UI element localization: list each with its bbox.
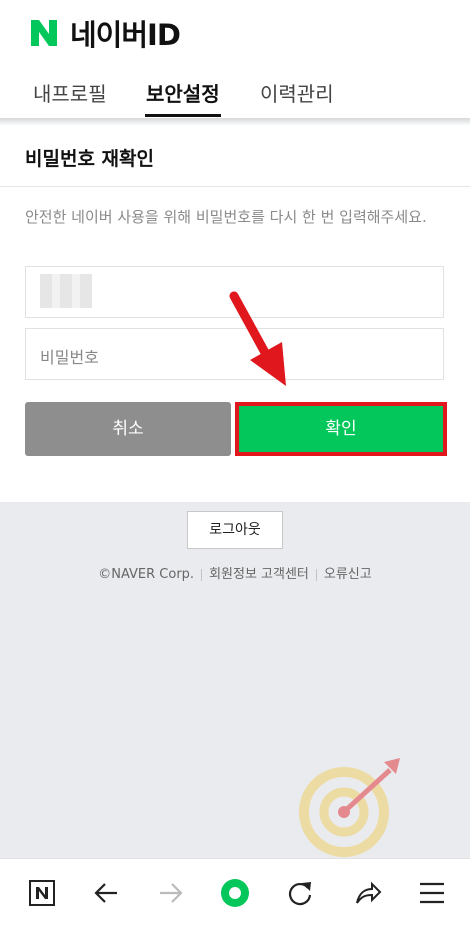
- confirm-button[interactable]: 확인: [235, 402, 447, 456]
- logo-title: 네이버ID: [70, 18, 181, 52]
- forward-arrow-icon[interactable]: [149, 871, 193, 915]
- logout-button[interactable]: 로그아웃: [187, 511, 283, 549]
- separator: [315, 568, 317, 581]
- tab-bar: 내프로필 보안설정 이력관리: [0, 74, 470, 118]
- naver-id-logo[interactable]: 네이버ID: [28, 12, 181, 54]
- footer-link-report-error[interactable]: 오류신고: [324, 567, 372, 582]
- card-title: 비밀번호 재확인: [25, 148, 154, 170]
- back-arrow-icon[interactable]: [84, 871, 128, 915]
- refresh-icon[interactable]: [278, 871, 322, 915]
- cancel-button[interactable]: 취소: [25, 402, 231, 456]
- divider: [0, 186, 470, 187]
- footer-links: ©NAVER Corp. 회원정보 고객센터 오류신고: [0, 563, 470, 582]
- tab-my-profile[interactable]: 내프로필: [33, 78, 107, 107]
- browser-bottom-bar: [0, 858, 470, 939]
- share-icon[interactable]: [346, 871, 390, 915]
- red-arrow-annotation: [229, 291, 286, 386]
- password-placeholder: 비밀번호: [40, 348, 99, 367]
- naver-n-icon: [28, 17, 60, 49]
- description-text: 안전한 네이버 사용을 위해 비밀번호를 다시 한 번 입력해주세요.: [25, 208, 427, 226]
- menu-icon[interactable]: [410, 871, 454, 915]
- green-dot-icon[interactable]: [213, 871, 257, 915]
- active-tab-indicator: [145, 114, 221, 117]
- tab-security-settings[interactable]: 보안설정: [146, 78, 220, 107]
- header-shadow: [0, 118, 470, 126]
- tab-history[interactable]: 이력관리: [260, 78, 334, 107]
- copyright-text: ©NAVER Corp.: [98, 567, 195, 582]
- footer-link-member-help[interactable]: 회원정보 고객센터: [209, 567, 309, 582]
- header: 네이버ID 내프로필 보안설정 이력관리: [0, 0, 470, 118]
- naver-home-icon[interactable]: [20, 871, 64, 915]
- blurred-id-value: [40, 274, 92, 308]
- separator: [201, 568, 203, 581]
